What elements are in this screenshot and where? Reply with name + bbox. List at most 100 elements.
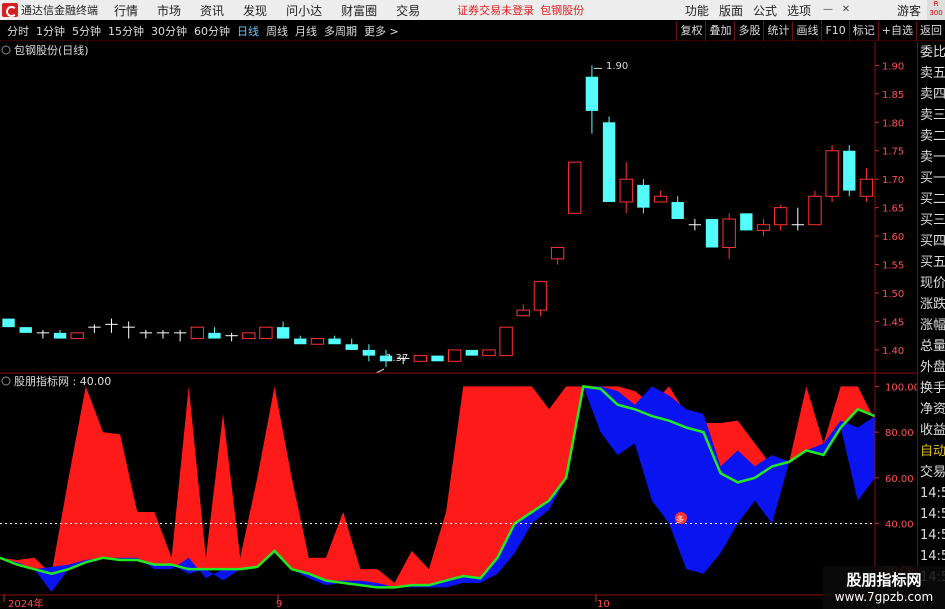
- menu-item-formula[interactable]: 公式: [753, 2, 777, 19]
- label-buy2: 买二: [920, 192, 945, 207]
- guest-label[interactable]: 游客: [897, 2, 921, 19]
- app-title: 通达信金融终端: [21, 4, 98, 17]
- menu-item-ask[interactable]: 问小达: [286, 2, 322, 19]
- candle-body-up: [516, 309, 530, 317]
- candle-body-up: [773, 207, 788, 226]
- label-netasset: 净资: [920, 402, 945, 417]
- mark-button[interactable]: 标记: [848, 21, 878, 41]
- period-weekly[interactable]: 周线: [266, 23, 288, 39]
- f10-button[interactable]: F10: [821, 21, 848, 41]
- candle-body-up: [447, 349, 462, 362]
- period-more[interactable]: 更多 >: [364, 23, 399, 39]
- x-axis-label-year: 2024年: [8, 597, 43, 609]
- candle-body-up: [70, 332, 84, 340]
- period-multi[interactable]: 多周期: [324, 23, 357, 39]
- period-intraday[interactable]: 分时: [7, 23, 29, 39]
- app-logo-icon: [2, 3, 18, 17]
- menu-item-options[interactable]: 选项: [787, 2, 811, 19]
- candle-body-down: [431, 355, 444, 362]
- candle-body-down: [294, 338, 307, 345]
- overlay-button[interactable]: 叠加: [705, 21, 734, 41]
- quote-side-panel: 委比 卖五 卖四 卖三 卖二 卖一 买一 买二 买三 买四 买五 现价 涨跌 涨…: [917, 42, 945, 609]
- price-tick-label: 1.60: [882, 232, 904, 243]
- menu-item-layout[interactable]: 版面: [719, 2, 743, 19]
- candle-body-up: [413, 355, 428, 362]
- stats-button[interactable]: 统计: [763, 21, 792, 41]
- label-sell4: 卖四: [920, 87, 945, 102]
- candle-body-up: [242, 332, 256, 340]
- tab-trades[interactable]: 交易: [918, 462, 945, 483]
- menu-item-trade[interactable]: 交易: [396, 2, 420, 19]
- period-monthly[interactable]: 月线: [295, 23, 317, 39]
- close-icon[interactable]: ✕: [839, 4, 853, 16]
- candle-body-down: [53, 332, 67, 339]
- candle-body-down: [19, 327, 32, 333]
- menu-item-market[interactable]: 市场: [157, 2, 181, 19]
- corner-mark: R 300: [927, 0, 945, 20]
- label-price: 现价: [920, 276, 945, 291]
- minimize-icon[interactable]: —: [821, 4, 835, 16]
- tick-time: 14:56: [920, 507, 945, 522]
- draw-button[interactable]: 画线: [792, 21, 821, 41]
- low-price-label: 1.37: [386, 353, 408, 364]
- candle-body-down: [602, 122, 616, 202]
- x-axis-label-sep: 9: [276, 599, 282, 609]
- watermark-title: 股朋指标网: [846, 571, 922, 589]
- period-1min[interactable]: 1分钟: [36, 23, 65, 39]
- label-buy1: 买一: [920, 171, 945, 186]
- period-30min[interactable]: 30分钟: [151, 23, 187, 39]
- panel-collapse-icon[interactable]: [1, 45, 11, 55]
- label-pct: 涨幅: [920, 318, 945, 333]
- price-tick-label: 1.50: [882, 289, 904, 300]
- period-15min[interactable]: 15分钟: [108, 23, 144, 39]
- indicator-tick-label: 80.00: [885, 428, 914, 439]
- back-button[interactable]: 返回: [916, 21, 945, 41]
- menu-bar: 通达信金融终端 行情 市场 资讯 发现 问小达 财富圈 交易 证券交易未登录 包…: [0, 0, 945, 20]
- adjust-button[interactable]: 复权: [676, 21, 705, 41]
- menu-item-news[interactable]: 资讯: [200, 2, 224, 19]
- multi-stock-button[interactable]: 多股: [734, 21, 763, 41]
- price-tick-label: 1.55: [882, 261, 904, 272]
- candle-body-up: [859, 178, 874, 197]
- period-daily[interactable]: 日线: [237, 23, 259, 39]
- menu-item-hangqing[interactable]: 行情: [114, 2, 138, 19]
- candle-body-down: [2, 318, 15, 328]
- label-outer: 外盘: [920, 360, 945, 375]
- period-60min[interactable]: 60分钟: [194, 23, 230, 39]
- indicator-collapse-icon[interactable]: [1, 376, 11, 386]
- price-legend: 包钢股份(日线): [14, 43, 89, 57]
- chart-area[interactable]: 1.40 1.45 1.50 1.55 1.60 1.65 1.70 1.75 1.80 1.85…: [0, 42, 917, 609]
- candle-body-up: [756, 224, 771, 231]
- candle-body-up: [533, 281, 548, 311]
- high-price-label: 1.90: [606, 61, 628, 72]
- menu-item-function[interactable]: 功能: [685, 2, 709, 19]
- watermark: 股朋指标网 www.7gpzb.com: [823, 566, 945, 609]
- label-income: 收益: [920, 423, 945, 438]
- candle-body-up: [482, 349, 496, 357]
- label-buy5: 买五: [920, 255, 945, 270]
- price-tick-label: 1.90: [882, 61, 904, 72]
- indicator-panel: [0, 385, 876, 592]
- login-status[interactable]: 证券交易未登录: [457, 2, 534, 18]
- x-axis-label-oct: 10: [597, 599, 610, 609]
- candle-body-up: [653, 195, 668, 203]
- label-change: 涨跌: [920, 297, 945, 312]
- tick-time: 14:56: [920, 549, 945, 564]
- tab-auto[interactable]: 自动: [918, 441, 945, 462]
- candle-body-down: [362, 349, 376, 356]
- candle-body-up: [310, 338, 325, 345]
- period-toolbar: 分时 1分钟 5分钟 15分钟 30分钟 60分钟 日线 周线 月线 多周期 更…: [0, 21, 945, 41]
- menu-item-discover[interactable]: 发现: [243, 2, 267, 19]
- label-volume: 总量: [920, 339, 945, 354]
- add-watchlist-button[interactable]: +自选: [877, 21, 916, 41]
- chart-svg[interactable]: 1.40 1.45 1.50 1.55 1.60 1.65 1.70 1.75 1.80 1.85…: [0, 42, 917, 609]
- label-sell3: 卖三: [920, 108, 945, 123]
- candle-body-up: [619, 178, 633, 203]
- menu-item-wealth[interactable]: 财富圈: [341, 2, 377, 19]
- price-tick-label: 1.70: [882, 175, 904, 186]
- price-tick-label: 1.65: [882, 204, 904, 215]
- label-buy4: 买四: [920, 234, 945, 249]
- period-5min[interactable]: 5分钟: [72, 23, 101, 39]
- label-weibi: 委比: [920, 45, 945, 60]
- candle-body-up: [825, 150, 839, 197]
